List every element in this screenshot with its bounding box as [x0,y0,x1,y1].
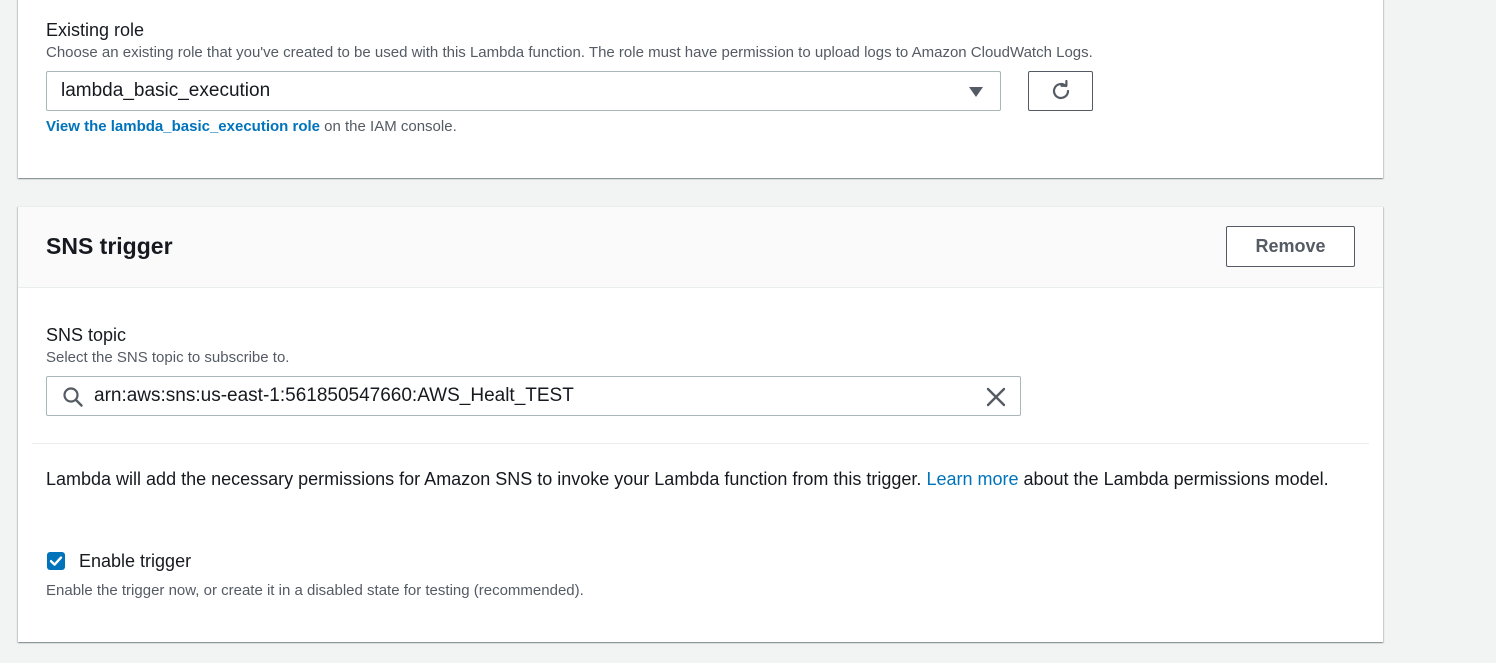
existing-role-select-value: lambda_basic_execution [61,80,271,101]
sns-topic-value: arn:aws:sns:us-east-1:561850547660:AWS_H… [94,385,574,406]
existing-role-panel: Existing role Choose an existing role th… [18,0,1383,178]
sns-topic-search-input[interactable]: arn:aws:sns:us-east-1:561850547660:AWS_H… [46,376,1021,416]
permissions-text-before: Lambda will add the necessary permission… [46,469,927,489]
view-role-suffix: on the IAM console. [320,118,457,135]
existing-role-select[interactable]: lambda_basic_execution [46,71,1001,111]
enable-trigger-checkbox[interactable] [47,552,65,570]
existing-role-label: Existing role [46,20,145,40]
sns-topic-label: SNS topic [46,325,127,345]
learn-more-link[interactable]: Learn more [926,469,1018,489]
close-icon[interactable] [986,387,1006,407]
remove-button[interactable]: Remove [1226,226,1355,267]
refresh-icon [1049,79,1073,103]
caret-down-icon [969,87,983,97]
check-icon [47,552,65,570]
sns-trigger-panel: SNS trigger Remove SNS topic Select the … [18,206,1383,642]
search-icon [62,386,84,408]
section-divider [32,443,1369,444]
remove-button-label: Remove [1255,236,1326,256]
sns-topic-description: Select the SNS topic to subscribe to. [46,349,290,366]
enable-trigger-label[interactable]: Enable trigger [79,550,191,572]
enable-trigger-description: Enable the trigger now, or create it in … [46,582,584,599]
view-role-line: View the lambda_basic_execution role on … [46,117,457,137]
sns-trigger-header: SNS trigger Remove [18,207,1383,288]
permissions-note: Lambda will add the necessary permission… [46,465,1346,493]
sns-trigger-title: SNS trigger [46,233,173,259]
view-role-link[interactable]: View the lambda_basic_execution role [46,118,320,135]
refresh-roles-button[interactable] [1028,71,1093,111]
existing-role-description: Choose an existing role that you've crea… [46,44,1093,61]
permissions-text-after: about the Lambda permissions model. [1018,469,1329,489]
